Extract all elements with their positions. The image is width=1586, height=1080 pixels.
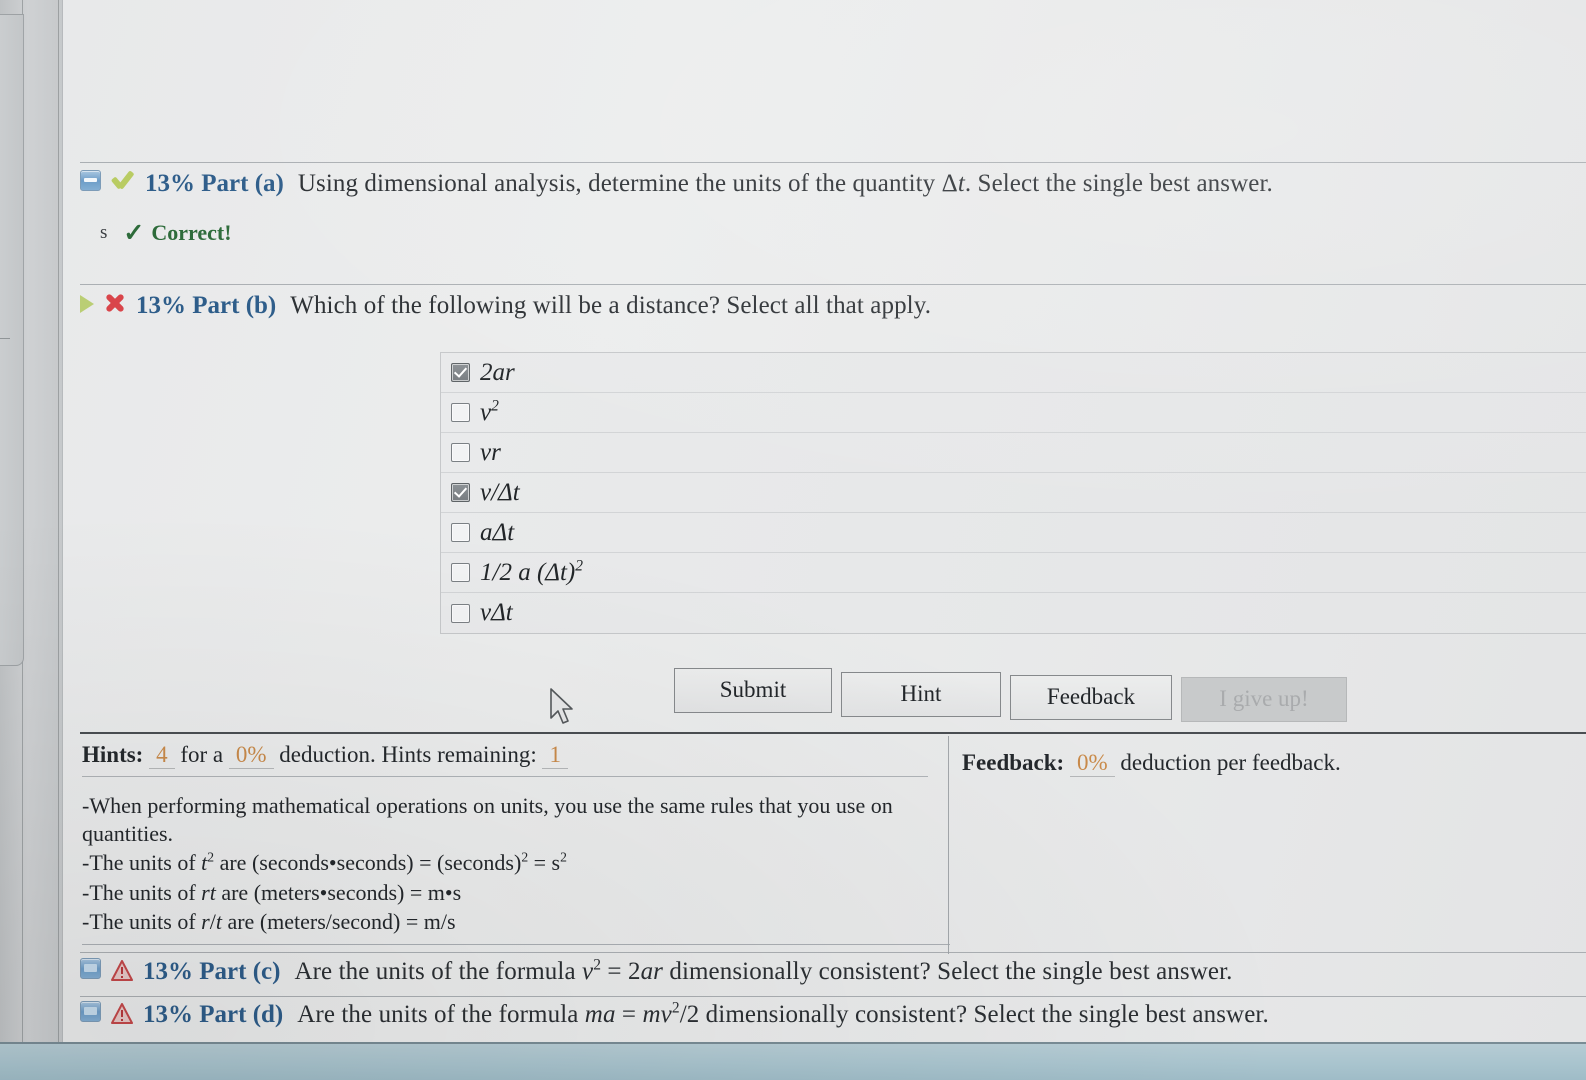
part-b-header-row[interactable]: 13% Part (b) Which of the following will… (80, 292, 931, 320)
part-d-question: Are the units of the formula ma = mv2/2 … (297, 999, 1269, 1028)
part-c-label: 13% Part (c) (143, 958, 281, 985)
answer-option-v^2[interactable]: v2 (441, 393, 1586, 433)
action-button-bar: Submit Hint Feedback I give up! (674, 668, 1347, 722)
part-c-header-row[interactable]: 13% Part (c) Are the units of the formul… (80, 956, 1233, 986)
hints-header-underline (82, 776, 928, 777)
answer-label-v-dt: vΔt (480, 599, 513, 626)
panel-top-rule (80, 732, 1586, 734)
part-b-question: Which of the following will be a distanc… (290, 292, 932, 319)
feedback-deduction-text: deduction per feedback. (1120, 750, 1341, 775)
submit-button[interactable]: Submit (674, 668, 832, 713)
check-icon: ✓ (123, 220, 145, 247)
side-panel-tab[interactable] (0, 14, 24, 666)
answer-option-v/dt[interactable]: v/Δt (441, 473, 1586, 513)
answer-option-vr[interactable]: vr (441, 433, 1586, 473)
answer-option-a-dt[interactable]: aΔt (441, 513, 1586, 553)
hint-line-2: -The units of t2 are (seconds•seconds) =… (82, 849, 567, 875)
part-a-correct-label: Correct! (151, 220, 232, 245)
answer-option-v-dt[interactable]: vΔt (441, 593, 1586, 633)
collapse-box-icon[interactable] (80, 170, 101, 191)
give-up-button: I give up! (1181, 677, 1347, 722)
page-left-border (62, 0, 63, 1044)
part-d-header-row[interactable]: 13% Part (d) Are the units of the formul… (80, 999, 1269, 1029)
part-c-question: Are the units of the formula v2 = 2ar di… (294, 956, 1233, 985)
hint-line-1: -When performing mathematical operations… (82, 793, 893, 846)
answer-options-list: 2ar v2 vr v/Δt aΔt 1/2 a (Δt)2 vΔt (440, 352, 1586, 634)
screen-photo-backdrop: 13% Part (a) Using dimensional analysis,… (0, 0, 1586, 1080)
divider-above-part-c (80, 952, 1586, 953)
divider-above-part-a (80, 162, 1586, 163)
hints-deduction-percent: 0% (228, 742, 274, 769)
desktop-taskbar (0, 1042, 1586, 1080)
part-a-stray-char: s (100, 222, 108, 243)
part-a-correct-status: ✓ Correct! (123, 218, 231, 248)
answer-label-2ar: 2ar (480, 358, 515, 386)
answer-label-a-dt: aΔt (480, 518, 515, 546)
warning-triangle-icon (111, 960, 133, 981)
feedback-deduction-percent: 0% (1069, 750, 1115, 777)
divider-above-part-d (80, 996, 1586, 997)
chrome-tick-mark (0, 338, 10, 339)
hints-for-a-label: for a (180, 742, 224, 767)
assignment-page: 13% Part (a) Using dimensional analysis,… (62, 0, 1586, 1044)
feedback-title: Feedback: (962, 750, 1065, 775)
answer-label-v^2: v2 (480, 397, 499, 426)
checkbox-half-a-dt-squared[interactable] (451, 563, 470, 582)
hints-header: Hints: 4 for a 0% deduction. Hints remai… (82, 742, 568, 769)
hints-title: Hints: (82, 742, 144, 767)
olive-check-icon (111, 170, 135, 192)
hints-deduction-text: deduction. Hints remaining: (279, 742, 537, 767)
part-a-status: s ✓ Correct! (100, 218, 232, 248)
answer-label-vr: vr (480, 438, 501, 466)
answer-option-half-a-dt-squared[interactable]: 1/2 a (Δt)2 (441, 553, 1586, 593)
answer-label-half-a-dt-squared: 1/2 a (Δt)2 (480, 557, 583, 586)
part-a-header-row[interactable]: 13% Part (a) Using dimensional analysis,… (80, 170, 1273, 198)
feedback-header: Feedback: 0% deduction per feedback. (962, 750, 1341, 777)
feedback-button[interactable]: Feedback (1010, 675, 1172, 720)
answer-option-2ar[interactable]: 2ar (441, 353, 1586, 393)
answer-label-v/dt: v/Δt (480, 478, 520, 506)
window-left-chrome (0, 0, 62, 1080)
checkbox-2ar[interactable] (451, 363, 470, 382)
part-a-label: 13% Part (a) (145, 170, 284, 197)
hints-remaining-count: 1 (542, 742, 568, 769)
part-b-label: 13% Part (b) (136, 292, 277, 319)
hints-body: -When performing mathematical operations… (82, 792, 952, 938)
hints-feedback-panel: Hints: 4 for a 0% deduction. Hints remai… (80, 732, 1586, 954)
expand-triangle-icon[interactable] (80, 295, 94, 313)
collapse-box-icon[interactable] (80, 1001, 101, 1022)
part-d-label: 13% Part (d) (143, 1001, 284, 1028)
checkbox-vr[interactable] (451, 443, 470, 462)
checkbox-v^2[interactable] (451, 403, 470, 422)
hint-line-4: -The units of r/t are (meters/second) = … (82, 909, 456, 934)
collapse-box-icon[interactable] (80, 958, 101, 979)
hints-count: 4 (149, 742, 175, 769)
checkbox-v-dt[interactable] (451, 603, 470, 623)
warning-triangle-icon (111, 1003, 133, 1024)
checkbox-a-dt[interactable] (451, 523, 470, 542)
checkbox-v/dt[interactable] (451, 483, 470, 502)
hint-button[interactable]: Hint (841, 672, 1001, 717)
hint-line-3: -The units of rt are (meters•seconds) = … (82, 879, 462, 905)
hints-bottom-rule (82, 944, 950, 945)
divider-above-part-b (80, 284, 1586, 285)
red-x-icon (104, 292, 126, 314)
part-a-question: Using dimensional analysis, determine th… (297, 170, 1273, 197)
chrome-edge-line-2 (58, 0, 59, 1080)
mouse-cursor-icon (550, 688, 573, 724)
